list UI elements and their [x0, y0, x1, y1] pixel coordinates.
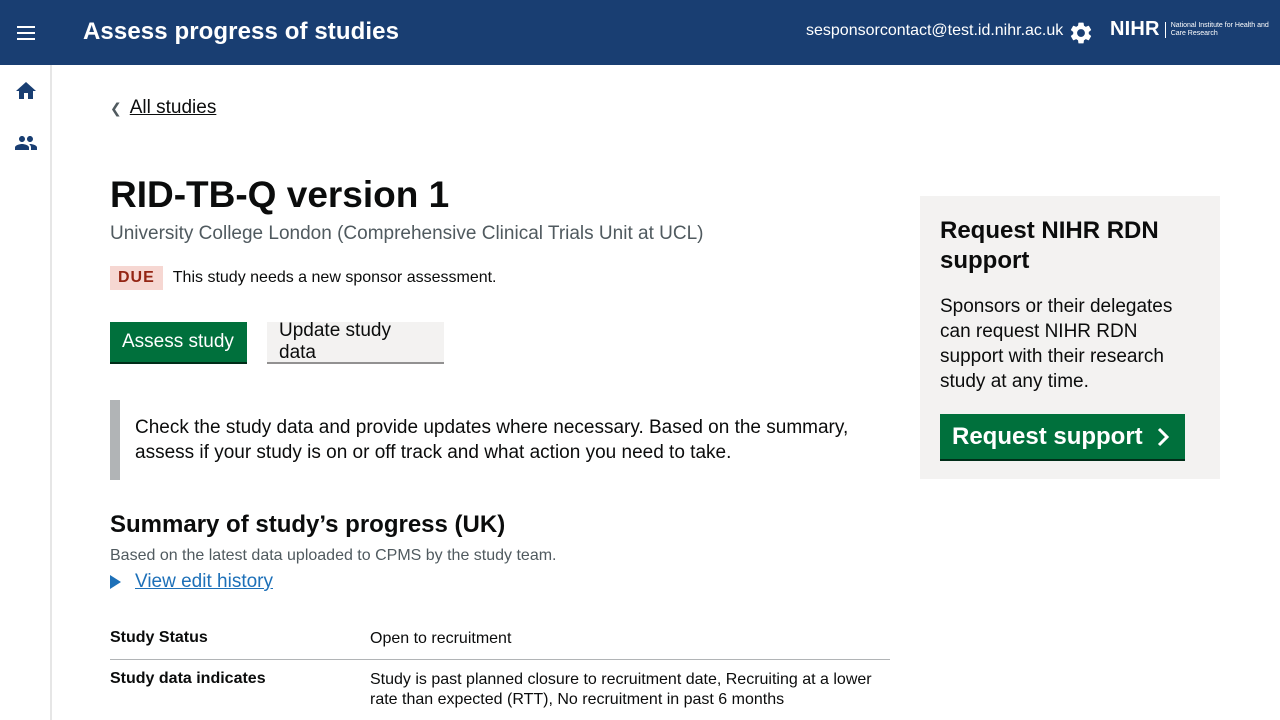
summary-subheading: Based on the latest data uploaded to CPM… — [110, 547, 557, 564]
gear-icon — [1070, 22, 1092, 44]
menu-icon — [17, 26, 35, 40]
users-icon — [15, 136, 37, 150]
inset-guidance-text: Check the study data and provide updates… — [110, 400, 870, 480]
summary-row: Study data indicates Study is past plann… — [110, 660, 890, 710]
back-link-all-studies[interactable]: ❮ All studies — [110, 97, 216, 119]
nihr-logo: NIHR National Institute for Health and C… — [1110, 18, 1275, 41]
assessment-status: DUE This study needs a new sponsor asses… — [110, 266, 497, 290]
home-icon — [16, 82, 36, 99]
summary-row: Study Status Open to recruitment — [110, 620, 890, 660]
request-support-panel: Request NIHR RDN support Sponsors or the… — [920, 196, 1220, 479]
summary-row-label: Study data indicates — [110, 670, 266, 687]
chevron-left-icon: ❮ — [110, 99, 122, 116]
side-navigation — [0, 65, 52, 720]
nav-users[interactable] — [14, 131, 38, 155]
logo-subtitle: National Institute for Health and Care R… — [1164, 21, 1275, 38]
study-title: RID-TB-Q version 1 — [110, 174, 450, 215]
request-support-label: Request support — [952, 422, 1143, 450]
user-email: sesponsorcontact@test.id.nihr.ac.uk — [806, 22, 1064, 39]
due-status-tag: DUE — [110, 266, 163, 290]
update-study-data-button[interactable]: Update study data — [267, 320, 444, 363]
status-message: This study needs a new sponsor assessmen… — [172, 269, 497, 286]
app-title: Assess progress of studies — [83, 18, 400, 45]
top-header: Assess progress of studies sesponsorcont… — [0, 0, 1280, 65]
chevron-right-icon — [1157, 427, 1169, 446]
assess-study-button[interactable]: Assess study — [110, 322, 247, 362]
view-edit-history-toggle[interactable]: View edit history — [110, 571, 273, 593]
back-link-label: All studies — [129, 97, 217, 118]
panel-text: Sponsors or their delegates can request … — [940, 296, 1173, 392]
summary-heading: Summary of study’s progress (UK) — [110, 511, 506, 538]
request-support-button[interactable]: Request support — [940, 414, 1185, 459]
view-edit-history-label: View edit history — [135, 571, 273, 592]
logo-main: NIHR — [1110, 18, 1160, 40]
triangle-right-icon — [110, 575, 121, 589]
summary-row-value: Open to recruitment — [370, 630, 512, 647]
summary-list: Study Status Open to recruitment Study d… — [110, 620, 890, 710]
summary-row-label: Study Status — [110, 629, 208, 646]
study-organisation: University College London (Comprehensive… — [110, 223, 704, 244]
settings-button[interactable] — [1068, 20, 1094, 46]
summary-row-value: Study is past planned closure to recruit… — [370, 671, 872, 708]
menu-button[interactable] — [10, 17, 44, 49]
panel-title: Request NIHR RDN support — [940, 217, 1159, 274]
nav-home[interactable] — [14, 79, 38, 103]
